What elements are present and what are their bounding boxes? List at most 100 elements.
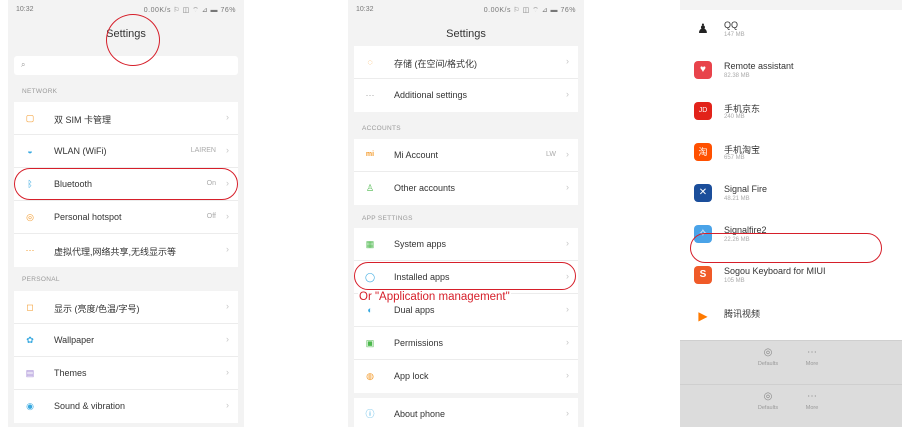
chevron-right-icon: › xyxy=(566,182,569,192)
settings-row-label: 双 SIM 卡管理 xyxy=(54,115,112,125)
more-button[interactable]: ⋯ More xyxy=(792,391,832,411)
defaults-button[interactable]: ◎ Defaults xyxy=(748,391,788,411)
section-header-network: NETWORK xyxy=(22,88,58,95)
settings-row-display[interactable]: ◻ 显示 (亮度/色温/字号) › xyxy=(14,291,238,324)
more-icon: ⋯ xyxy=(25,245,35,255)
chevron-right-icon: › xyxy=(566,337,569,347)
search-icon: ⌕ xyxy=(21,60,26,69)
app-row-signalfire2[interactable]: ✧ Signalfire2 22.26 MB xyxy=(680,215,902,256)
app-name: Remote assistant xyxy=(724,61,794,71)
more-icon: ⋯ xyxy=(807,391,817,402)
app-name: 腾讯视频 xyxy=(724,309,761,319)
sound-icon: ◉ xyxy=(26,401,34,411)
chevron-right-icon: › xyxy=(226,400,229,410)
storage-group: ◌ 存储 (在空间/格式化) › ⋯ Additional settings › xyxy=(354,46,578,112)
section-header-accounts: ACCOUNTS xyxy=(362,125,401,132)
settings-row-wallpaper[interactable]: ✿ Wallpaper › xyxy=(14,324,238,357)
settings-row-label: System apps xyxy=(394,239,447,249)
more-label: More xyxy=(805,361,819,367)
defaults-button[interactable]: ◎ Defaults xyxy=(748,347,788,367)
settings-screen-apps: 10:32 0.00K/s ⚐ ◫ ⌔ ⊿ ▬ 76% Settings ◌ 存… xyxy=(348,0,584,427)
network-group: ▢ 双 SIM 卡管理 › ◒ WLAN (WiFi) LAIREN › ᛒ B… xyxy=(14,102,238,267)
settings-row-about-phone[interactable]: ⓘ About phone › xyxy=(354,398,578,427)
themes-icon: ▤ xyxy=(25,368,35,378)
search-input[interactable]: ⌕ xyxy=(14,56,238,75)
app-size: 657 MB xyxy=(724,155,745,161)
settings-row-other-accounts[interactable]: ♙ Other accounts › xyxy=(354,172,578,205)
app-name: Signalfire2 xyxy=(724,225,767,235)
settings-row-system-apps[interactable]: ▦ System apps › xyxy=(354,228,578,261)
application-management-note: Or "Application management" xyxy=(358,291,511,303)
app-row-remote-assistant[interactable]: ♥ Remote assistant 82.38 MB xyxy=(680,51,902,92)
settings-row-permissions[interactable]: ▣ Permissions › xyxy=(354,327,578,360)
app-row-signal-fire[interactable]: ✕ Signal Fire 48.21 MB xyxy=(680,174,902,215)
settings-row-installed-apps[interactable]: ◯ Installed apps › xyxy=(354,261,578,294)
settings-row-label: 虚拟代理,网络共享,无线显示等 xyxy=(54,247,177,257)
app-row-tencent-video[interactable]: ▶ 腾讯视频 xyxy=(680,297,902,338)
status-time: 10:32 xyxy=(16,6,34,13)
chevron-right-icon: › xyxy=(566,408,569,418)
settings-row-value: LW xyxy=(546,151,556,158)
chevron-right-icon: › xyxy=(566,89,569,99)
app-row-taobao[interactable]: 淘 手机淘宝 657 MB xyxy=(680,133,902,174)
chevron-right-icon: › xyxy=(566,370,569,380)
page-title: Settings xyxy=(106,28,146,40)
settings-row-label: 显示 (亮度/色温/字号) xyxy=(54,304,140,314)
settings-row-label: Permissions xyxy=(394,338,444,348)
settings-row-label: App lock xyxy=(394,371,429,381)
chevron-right-icon: › xyxy=(226,244,229,254)
app-size: 22.26 MB xyxy=(724,237,750,243)
app-size: 147 MB xyxy=(724,32,745,38)
settings-row-dual-sim[interactable]: ▢ 双 SIM 卡管理 › xyxy=(14,102,238,135)
chevron-right-icon: › xyxy=(226,211,229,221)
qq-icon: ♟ xyxy=(697,21,709,36)
settings-row-mi-account[interactable]: mi Mi Account LW › xyxy=(354,139,578,172)
settings-row-bluetooth[interactable]: ᛒ Bluetooth On › xyxy=(14,168,238,201)
settings-row-sound[interactable]: ◉ Sound & vibration › xyxy=(14,390,238,423)
settings-row-value: LAIREN xyxy=(190,147,216,154)
settings-row-storage[interactable]: ◌ 存储 (在空间/格式化) › xyxy=(354,46,578,79)
app-name: QQ xyxy=(724,20,739,30)
more-button[interactable]: ⋯ More xyxy=(792,347,832,367)
defaults-label: Defaults xyxy=(757,405,779,411)
chevron-right-icon: › xyxy=(566,56,569,66)
chevron-right-icon: › xyxy=(226,112,229,122)
section-header-app-settings: APP SETTINGS xyxy=(362,215,413,222)
mi-icon: mi xyxy=(365,151,375,158)
status-icons: 0.00K/s ⚐ ◫ ⌔ ⊿ ▬ 76% xyxy=(483,7,576,14)
sogou-icon: S xyxy=(694,266,712,284)
accounts-group: mi Mi Account LW › ♙ Other accounts › xyxy=(354,139,578,205)
jd-icon: JD xyxy=(694,102,712,120)
person-icon: ♙ xyxy=(365,183,375,193)
bluetooth-icon: ᛒ xyxy=(27,179,33,189)
hotspot-icon: ◎ xyxy=(26,212,34,222)
settings-row-hotspot[interactable]: ◎ Personal hotspot Off › xyxy=(14,201,238,234)
settings-row-wlan[interactable]: ◒ WLAN (WiFi) LAIREN › xyxy=(14,135,238,168)
app-row-jd[interactable]: JD 手机京东 240 MB xyxy=(680,92,902,133)
app-row-sogou[interactable]: S Sogou Keyboard for MIUI 105 MB xyxy=(680,256,902,297)
settings-row-themes[interactable]: ▤ Themes › xyxy=(14,357,238,390)
settings-row-more-network[interactable]: ⋯ 虚拟代理,网络共享,无线显示等 › xyxy=(14,234,238,267)
status-icons: 0.00K/s ⚐ ◫ ⌔ ⊿ ▬ 76% xyxy=(143,7,236,14)
settings-row-label: Bluetooth xyxy=(54,179,93,189)
installed-apps-icon: ◯ xyxy=(365,272,376,282)
display-icon: ◻ xyxy=(26,302,34,312)
chevron-right-icon: › xyxy=(566,238,569,248)
settings-screen-network: 10:32 0.00K/s ⚐ ◫ ⌔ ⊿ ▬ 76% Settings ⌕ N… xyxy=(8,0,244,427)
app-row-qq[interactable]: ♟ QQ 147 MB xyxy=(680,10,902,51)
section-header-personal: PERSONAL xyxy=(22,276,60,283)
wallpaper-icon: ✿ xyxy=(26,335,34,345)
lock-icon: ◍ xyxy=(366,371,374,381)
defaults-label: Defaults xyxy=(757,361,779,367)
app-size: 240 MB xyxy=(724,114,745,120)
chevron-right-icon: › xyxy=(226,367,229,377)
remote-assistant-icon: ♥ xyxy=(694,61,712,79)
sim-icon: ▢ xyxy=(25,113,35,123)
more-icon: ⋯ xyxy=(365,90,375,100)
bottom-action-bar: ◎ Defaults ⋯ More xyxy=(680,340,902,384)
settings-row-app-lock[interactable]: ◍ App lock › xyxy=(354,360,578,393)
tencent-video-icon: ▶ xyxy=(698,309,708,323)
settings-row-label: Personal hotspot xyxy=(54,212,122,222)
installed-apps-screen: ♟ QQ 147 MB ♥ Remote assistant 82.38 MB … xyxy=(680,0,902,427)
settings-row-additional[interactable]: ⋯ Additional settings › xyxy=(354,79,578,112)
